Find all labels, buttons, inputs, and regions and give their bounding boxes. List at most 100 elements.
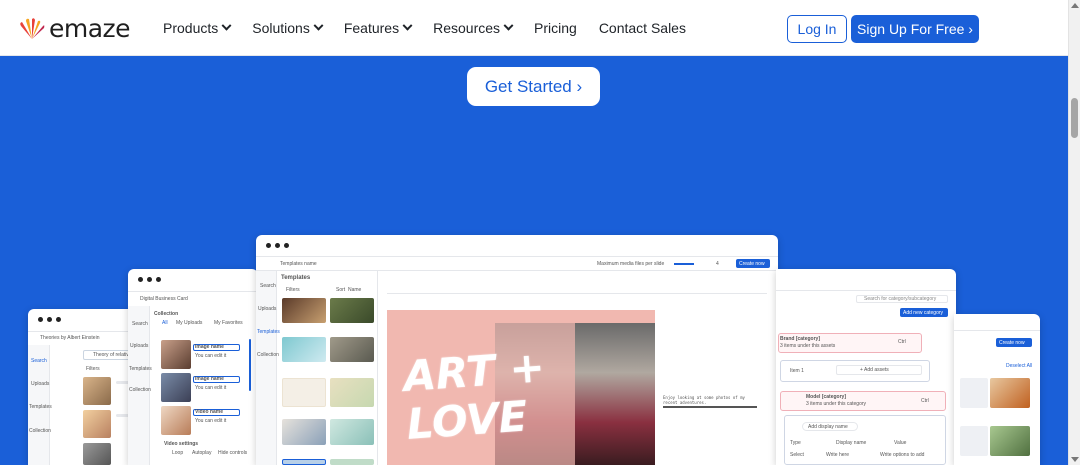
template-thumbnail[interactable] — [282, 298, 326, 323]
template-thumbnail[interactable] — [330, 298, 374, 323]
collection-heading: Collection — [154, 311, 179, 317]
collection-video[interactable] — [161, 406, 191, 435]
editor-sidebar-templates[interactable]: Templates — [257, 329, 280, 335]
editor-sidebar-collection[interactable]: Collection — [257, 352, 279, 358]
left-sidebar-collection[interactable]: Collection — [29, 428, 51, 434]
brand-category-title: Brand [category] — [780, 336, 821, 342]
top-navigation-bar: emaze Products Solutions Features Resour… — [0, 0, 1068, 56]
mid-left-title: Digital Business Card — [140, 296, 188, 302]
templates-heading: Templates — [281, 275, 311, 281]
einstein-photo[interactable] — [83, 377, 111, 405]
brand-dropdown[interactable]: Ctrl — [898, 339, 906, 345]
col-value: Value — [894, 440, 907, 446]
row-type-select[interactable]: Select — [790, 452, 804, 458]
screenshot-far-right: Create now Deselect All — [954, 314, 1040, 465]
mid-left-sidebar-collection[interactable]: Collection — [129, 387, 151, 393]
nav-resources[interactable]: Resources — [433, 20, 514, 36]
editor-sidebar — [256, 271, 277, 465]
signup-button[interactable]: Sign Up For Free › — [851, 15, 979, 43]
editor-toolbar — [256, 256, 778, 271]
slide-canvas[interactable]: ART + LOVE — [387, 310, 655, 465]
love-heading: LOVE — [405, 391, 529, 449]
max-media-slider[interactable] — [674, 263, 694, 265]
template-name-field[interactable]: Templates name — [280, 261, 317, 267]
chevron-down-icon — [221, 20, 232, 31]
template-thumbnail[interactable] — [282, 459, 326, 465]
collection-scrollbar[interactable] — [249, 339, 251, 391]
item-label: Video name — [195, 409, 223, 415]
editor-sidebar-search[interactable]: Search — [260, 283, 276, 289]
mid-left-sidebar-search[interactable]: Search — [132, 321, 148, 327]
tab-my-uploads[interactable]: My Uploads — [176, 320, 202, 326]
nav-contact-sales-label: Contact Sales — [598, 20, 686, 36]
nav-pricing[interactable]: Pricing — [534, 20, 577, 36]
nav-products[interactable]: Products — [163, 20, 232, 36]
asset-thumbnail[interactable] — [990, 378, 1030, 408]
chevron-down-icon — [313, 20, 324, 31]
item-label: Image name — [195, 376, 224, 382]
video-opt-autoplay[interactable]: Autoplay — [192, 450, 211, 456]
left-doc-title: Theories by Albert Einstein — [40, 335, 100, 341]
einstein-photo[interactable] — [83, 443, 111, 465]
collection-image[interactable] — [161, 340, 191, 369]
video-opt-loop[interactable]: Loop — [172, 450, 183, 456]
get-started-button[interactable]: Get Started › — [467, 67, 600, 106]
nav-solutions-label: Solutions — [252, 20, 310, 36]
window-dots — [38, 317, 61, 322]
model-category-sub: 3 items under this category — [806, 401, 867, 407]
add-category-label: Add new category — [903, 310, 944, 316]
left-filters[interactable]: Filters — [86, 366, 100, 372]
col-type: Type — [790, 440, 801, 446]
template-thumbnail[interactable] — [330, 419, 374, 445]
max-media-value: 4 — [716, 261, 719, 267]
template-thumbnail[interactable] — [330, 337, 374, 362]
item-sub: You can edit it — [195, 418, 227, 424]
nav-pricing-label: Pricing — [534, 20, 577, 36]
mid-left-sidebar-templates[interactable]: Templates — [129, 366, 152, 372]
deselect-all-link[interactable]: Deselect All — [1006, 363, 1032, 369]
display-name-placeholder: Add display name — [808, 424, 848, 430]
page-scrollbar[interactable] — [1068, 0, 1080, 465]
screenshot-main-editor: Templates name Maximum media files per s… — [256, 235, 778, 465]
left-sidebar-uploads[interactable]: Uploads — [31, 381, 49, 387]
editor-sidebar-uploads[interactable]: Uploads — [258, 306, 276, 312]
scroll-down-arrow-icon[interactable] — [1071, 457, 1079, 462]
scrollbar-thumb[interactable] — [1071, 98, 1078, 138]
far-right-create-label: Create now — [999, 340, 1025, 346]
template-thumbnail[interactable] — [330, 459, 374, 465]
emaze-flame-icon — [20, 17, 45, 39]
templates-sort-value[interactable]: Name — [348, 287, 361, 293]
tab-my-favorites[interactable]: My Favorites — [214, 320, 243, 326]
tab-all[interactable]: All — [162, 320, 168, 326]
chevron-down-icon — [402, 20, 413, 31]
nav-features[interactable]: Features — [343, 20, 413, 36]
template-thumbnail[interactable] — [282, 378, 326, 407]
left-sidebar-templates[interactable]: Templates — [29, 404, 52, 410]
row-display-name-input[interactable]: Write here — [826, 452, 849, 458]
item-sub: You can edit it — [195, 353, 227, 359]
scroll-up-arrow-icon[interactable] — [1071, 3, 1079, 8]
template-thumbnail[interactable] — [282, 419, 326, 445]
nav-features-label: Features — [343, 20, 400, 36]
asset-thumbnail[interactable] — [960, 378, 988, 408]
collection-image[interactable] — [161, 373, 191, 402]
model-dropdown[interactable]: Ctrl — [921, 398, 929, 404]
login-button[interactable]: Log In — [787, 15, 847, 43]
left-sidebar-search[interactable]: Search — [31, 358, 47, 364]
template-thumbnail[interactable] — [282, 337, 326, 362]
asset-thumbnail[interactable] — [990, 426, 1030, 456]
window-dots — [138, 277, 161, 282]
template-thumbnail[interactable] — [330, 378, 374, 407]
mid-left-sidebar-uploads[interactable]: Uploads — [130, 343, 148, 349]
templates-filters[interactable]: Filters — [286, 287, 300, 293]
nav-contact-sales[interactable]: Contact Sales — [599, 20, 686, 36]
create-now-label: Create now — [739, 261, 765, 267]
row-value-input[interactable]: Write options to add — [880, 452, 924, 458]
emaze-wordmark: emaze — [49, 14, 131, 43]
einstein-photo[interactable] — [83, 410, 111, 438]
video-opt-hide-controls[interactable]: Hide controls — [218, 450, 247, 456]
templates-sort-label: Sort — [336, 287, 346, 293]
asset-thumbnail[interactable] — [960, 426, 988, 456]
nav-solutions[interactable]: Solutions — [252, 20, 324, 36]
emaze-logo[interactable]: emaze — [18, 14, 131, 43]
